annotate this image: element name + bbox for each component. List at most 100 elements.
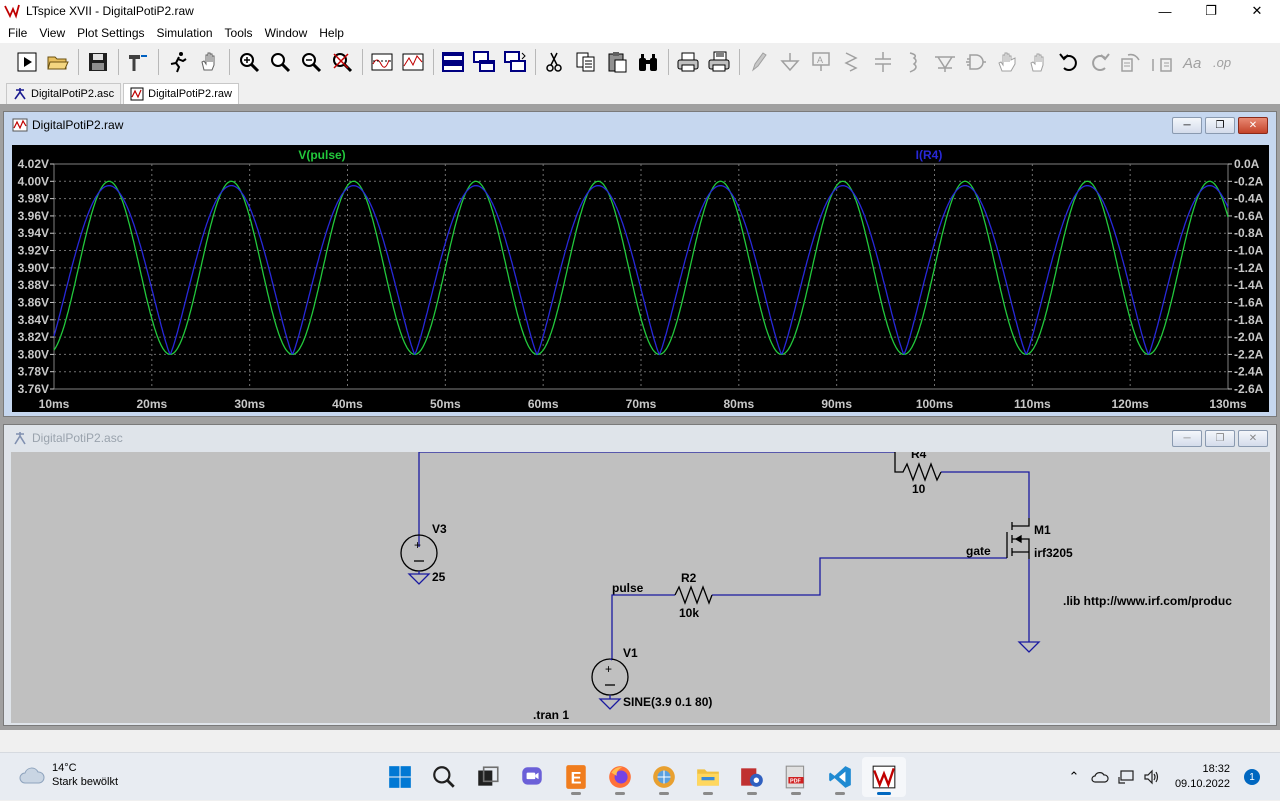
- svg-text:E: E: [571, 770, 582, 788]
- paste-button[interactable]: [602, 47, 632, 77]
- taskbar-vscode[interactable]: [818, 757, 862, 797]
- start-button[interactable]: [378, 757, 422, 797]
- clock[interactable]: 18:32 09.10.2022: [1175, 762, 1230, 792]
- schematic-drawing[interactable]: R4 10 + V3 25 M1 irf3205 gate R2 10k pul…: [11, 447, 1270, 723]
- cursor-button[interactable]: [398, 47, 428, 77]
- inductor-button[interactable]: [899, 47, 929, 77]
- spice-directive-tran[interactable]: .tran 1: [533, 708, 569, 722]
- undo-button[interactable]: [1054, 47, 1084, 77]
- taskbar-ltspice[interactable]: [862, 757, 906, 797]
- redo-button[interactable]: [1085, 47, 1115, 77]
- taskbar-app-e[interactable]: E: [554, 757, 598, 797]
- minimize-button[interactable]: —: [1142, 0, 1188, 22]
- tray-chevron-up-icon[interactable]: ⌃: [1061, 769, 1087, 785]
- tile-vertical-button[interactable]: [500, 47, 530, 77]
- ground-button[interactable]: [775, 47, 805, 77]
- resistor-button[interactable]: [837, 47, 867, 77]
- halt-button[interactable]: [163, 47, 193, 77]
- label-net-button[interactable]: A: [806, 47, 836, 77]
- net-label-pulse[interactable]: pulse: [612, 581, 644, 595]
- taskbar-app-globe[interactable]: [642, 757, 686, 797]
- plot-minimize-button[interactable]: ─: [1172, 117, 1202, 134]
- weather-widget[interactable]: 14°C Stark bewölkt: [18, 761, 118, 789]
- capacitor-button[interactable]: [868, 47, 898, 77]
- network-icon[interactable]: [1113, 769, 1139, 785]
- move-button[interactable]: [992, 47, 1022, 77]
- spice-directive-button[interactable]: .op: [1209, 47, 1239, 77]
- mirror-button[interactable]: [1147, 47, 1177, 77]
- schematic-minimize-button[interactable]: ─: [1172, 430, 1202, 447]
- mosfet-m1[interactable]: M1 irf3205: [1006, 518, 1073, 560]
- taskbar-file-explorer[interactable]: [686, 757, 730, 797]
- waveform-plot-pane[interactable]: 3.76V 3.78V 3.80V 3.82V 3.84V 3.86V 3.88V 3.90V…: [12, 145, 1269, 412]
- print-button[interactable]: [673, 47, 703, 77]
- diode-button[interactable]: [930, 47, 960, 77]
- text-button[interactable]: Aa: [1178, 47, 1208, 77]
- find-button[interactable]: [633, 47, 663, 77]
- voltage-source-v1[interactable]: + V1 SINE(3.9 0.1 80): [591, 646, 712, 710]
- zoom-area-button[interactable]: [265, 47, 295, 77]
- tab-waveform[interactable]: DigitalPotiP2.raw: [123, 83, 239, 104]
- print-setup-button[interactable]: [704, 47, 734, 77]
- wire-gate[interactable]: [712, 557, 1007, 596]
- menu-simulation[interactable]: Simulation: [151, 26, 219, 40]
- scissors-icon: [546, 52, 562, 72]
- menu-tools[interactable]: Tools: [219, 26, 259, 40]
- onedrive-cloud-icon[interactable]: [1087, 771, 1113, 783]
- legend-i-r4[interactable]: I(R4): [916, 148, 943, 162]
- resistor-icon: [844, 52, 858, 72]
- waveform-chart[interactable]: 3.76V 3.78V 3.80V 3.82V 3.84V 3.86V 3.88V 3.90V…: [12, 145, 1269, 412]
- notification-badge[interactable]: 1: [1244, 769, 1260, 785]
- schematic-restore-button[interactable]: ❐: [1205, 430, 1235, 447]
- voltage-source-v3[interactable]: + V3 25: [400, 522, 447, 585]
- open-button[interactable]: [43, 47, 73, 77]
- rotate-button[interactable]: [1116, 47, 1146, 77]
- component-button[interactable]: [961, 47, 991, 77]
- zoom-fit-button[interactable]: [327, 47, 357, 77]
- run-button[interactable]: [12, 47, 42, 77]
- schematic-close-button[interactable]: ✕: [1238, 430, 1268, 447]
- menu-plot-settings[interactable]: Plot Settings: [71, 26, 150, 40]
- wire-pulse[interactable]: [611, 594, 675, 660]
- tab-schematic[interactable]: DigitalPotiP2.asc: [6, 83, 122, 104]
- schematic-icon: [14, 432, 26, 445]
- menu-help[interactable]: Help: [313, 26, 350, 40]
- schematic-window-titlebar[interactable]: DigitalPotiP2.asc: [4, 425, 1276, 451]
- waveform-window-titlebar[interactable]: DigitalPotiP2.raw: [4, 112, 1276, 138]
- menu-view[interactable]: View: [33, 26, 71, 40]
- pan-button[interactable]: [194, 47, 224, 77]
- zoom-in-button[interactable]: [234, 47, 264, 77]
- copy-button[interactable]: [571, 47, 601, 77]
- teams-chat-button[interactable]: [510, 757, 554, 797]
- drag-button[interactable]: [1023, 47, 1053, 77]
- menu-window[interactable]: Window: [259, 26, 314, 40]
- save-button[interactable]: [83, 47, 113, 77]
- taskbar-app-settings[interactable]: [730, 757, 774, 797]
- taskbar-pdf-app[interactable]: PDF: [774, 757, 818, 797]
- menu-file[interactable]: File: [2, 26, 33, 40]
- net-label-gate[interactable]: gate: [966, 544, 991, 558]
- control-panel-button[interactable]: [123, 47, 153, 77]
- spice-directive-lib[interactable]: .lib http://www.irf.com/produc: [1063, 594, 1232, 608]
- plot-close-button[interactable]: ✕: [1238, 117, 1268, 134]
- taskbar-firefox[interactable]: [598, 757, 642, 797]
- autorange-button[interactable]: [367, 47, 397, 77]
- resistor-r2[interactable]: R2 10k: [674, 571, 713, 620]
- zoom-out-button[interactable]: [296, 47, 326, 77]
- plot-restore-button[interactable]: ❐: [1205, 117, 1235, 134]
- volume-icon[interactable]: [1139, 769, 1165, 785]
- draw-wire-button[interactable]: [744, 47, 774, 77]
- search-button[interactable]: [422, 757, 466, 797]
- legend-v-pulse[interactable]: V(pulse): [298, 148, 345, 162]
- restore-button[interactable]: ❐: [1188, 0, 1234, 22]
- task-view-button[interactable]: [466, 757, 510, 797]
- schematic-canvas[interactable]: R4 10 + V3 25 M1 irf3205 gate R2 10k pul…: [11, 447, 1270, 723]
- resistor-r4[interactable]: R4 10: [894, 447, 942, 496]
- wire-v3-r4[interactable]: [418, 451, 895, 547]
- close-button[interactable]: ✕: [1234, 0, 1280, 22]
- cascade-button[interactable]: [469, 47, 499, 77]
- tile-horizontal-button[interactable]: [438, 47, 468, 77]
- running-man-icon: [170, 52, 187, 73]
- cut-button[interactable]: [540, 47, 570, 77]
- wire-r4-drain[interactable]: [941, 471, 1030, 518]
